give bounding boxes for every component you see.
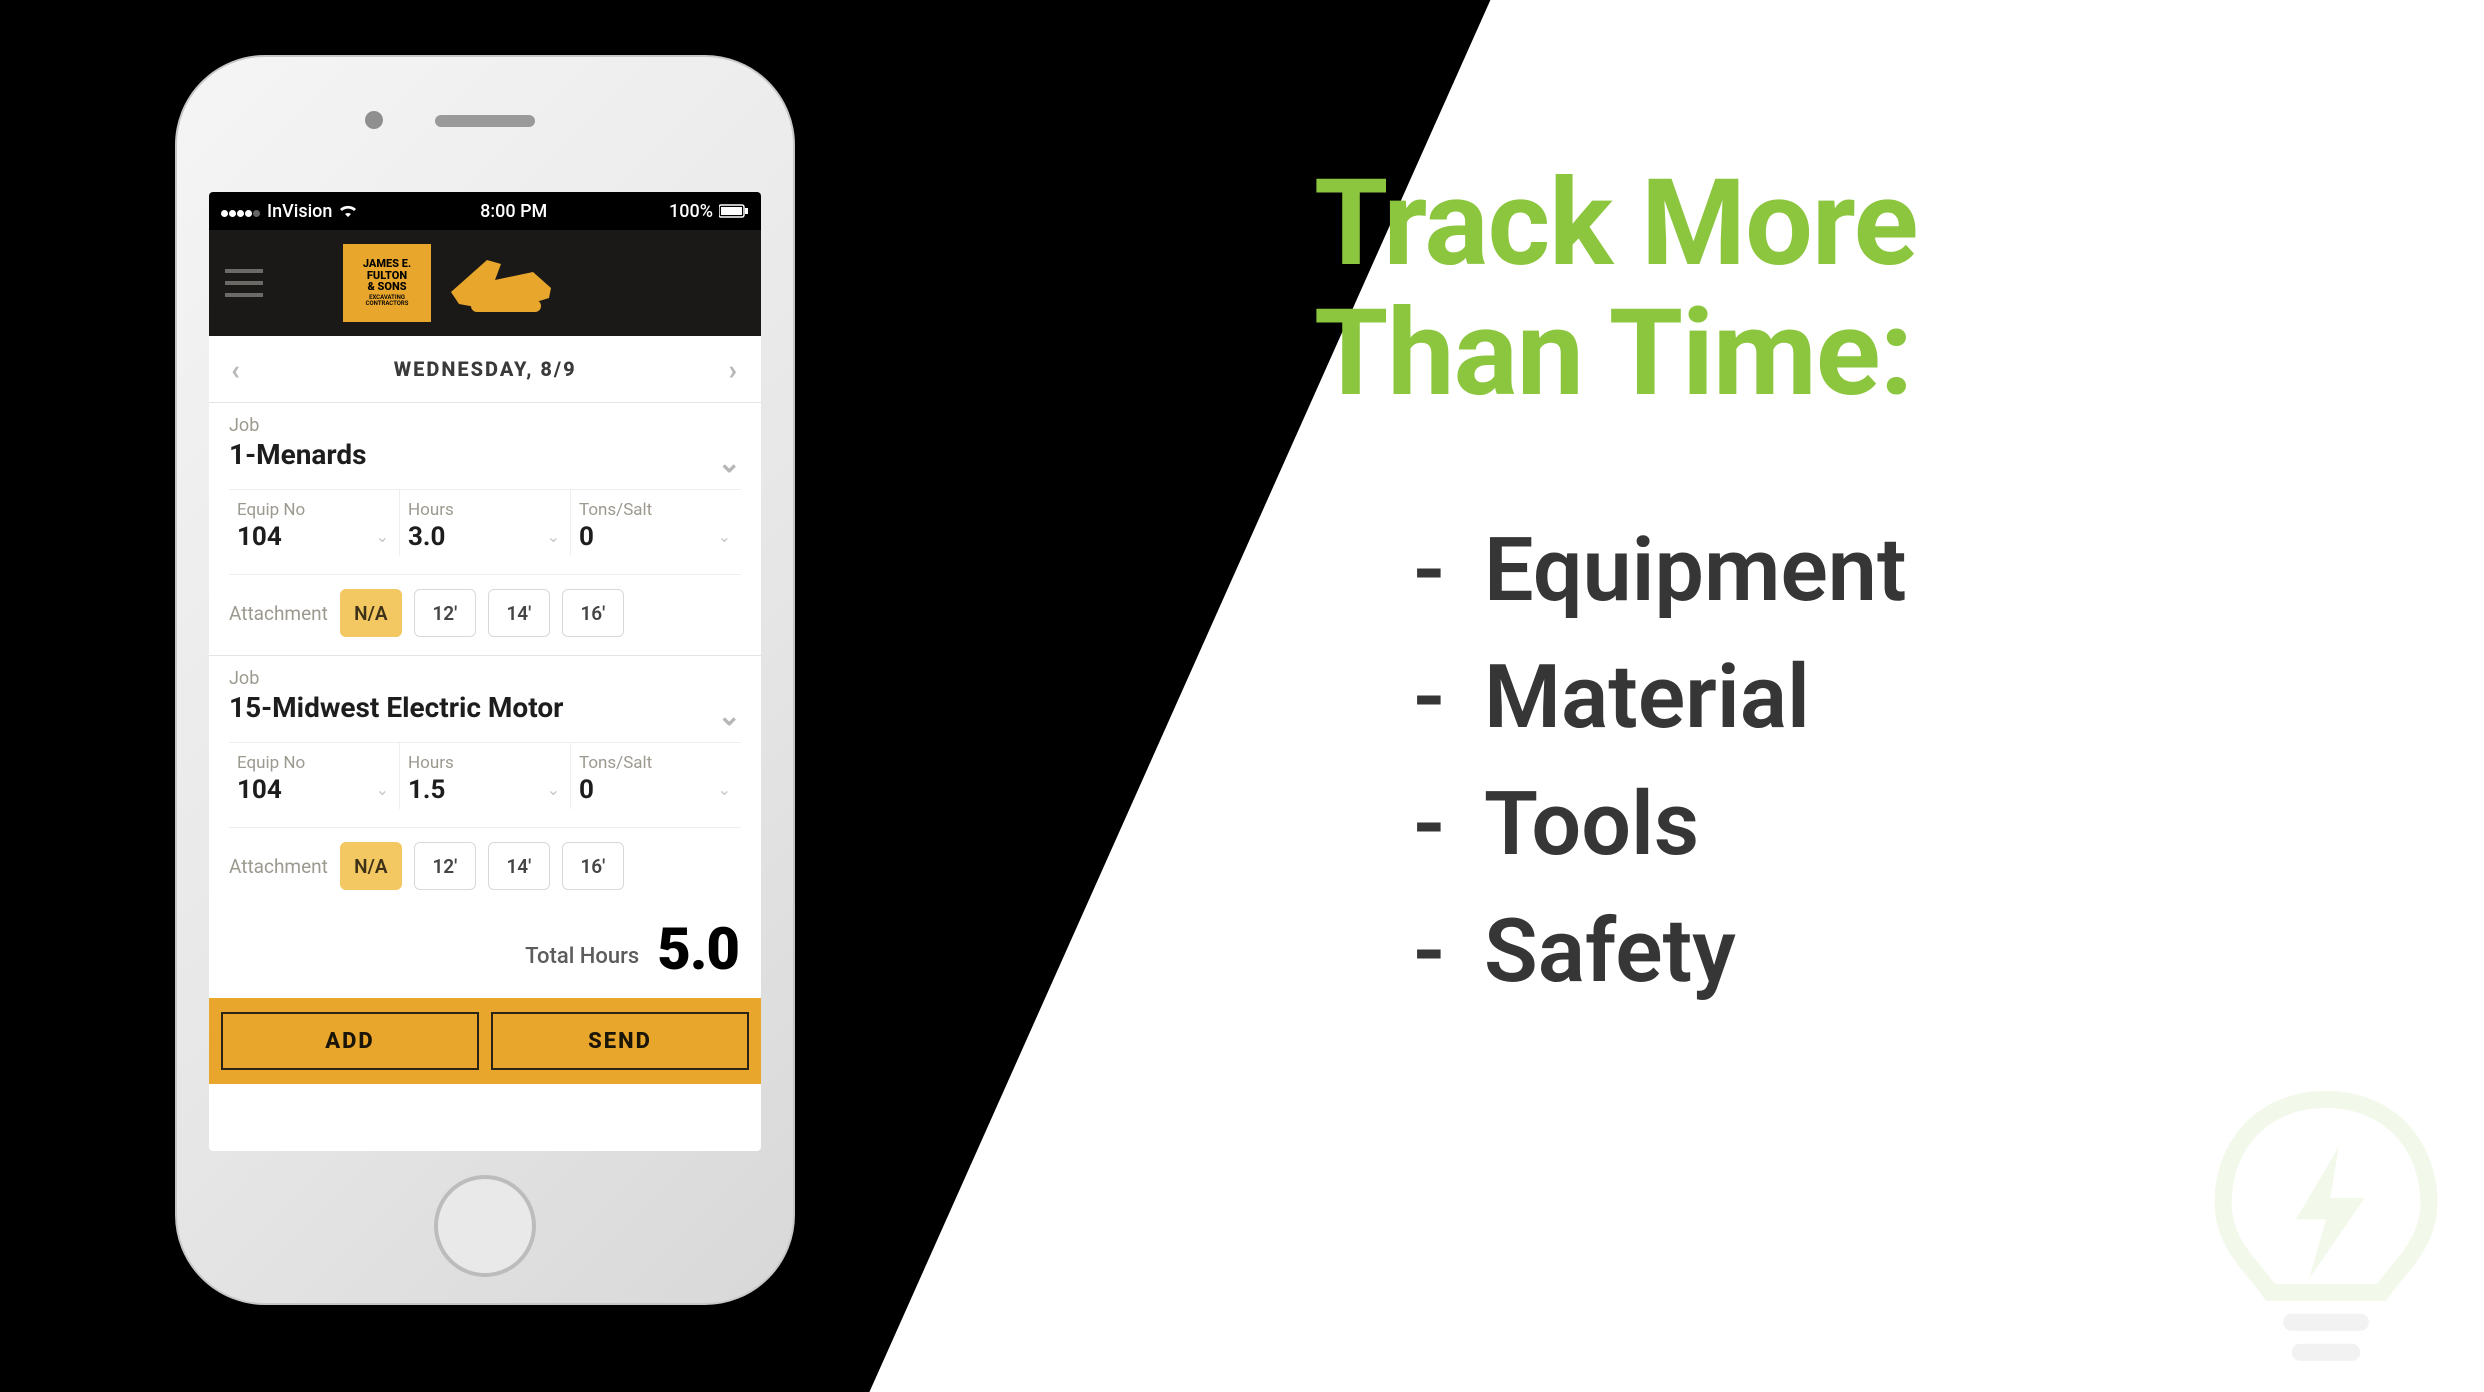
front-camera bbox=[365, 111, 383, 129]
chevron-down-icon: ⌄ bbox=[376, 780, 389, 799]
chevron-down-icon: ⌄ bbox=[718, 780, 731, 799]
hours-value: 1.5 bbox=[408, 775, 562, 805]
attachment-option-16[interactable]: 16' bbox=[562, 842, 624, 890]
lightbulb-bolt-icon bbox=[2196, 1078, 2456, 1378]
equip-value: 104 bbox=[237, 775, 391, 805]
attachment-option-na[interactable]: N/A bbox=[340, 842, 402, 890]
tons-value: 0 bbox=[579, 775, 733, 805]
attachment-row: Attachment N/A 12' 14' 16' bbox=[229, 827, 741, 898]
excavator-icon bbox=[441, 248, 561, 318]
hours-field[interactable]: Hours 3.0 ⌄ bbox=[400, 490, 571, 556]
attachment-option-na[interactable]: N/A bbox=[340, 589, 402, 637]
bullet-text: Equipment bbox=[1484, 519, 1907, 622]
hours-label: Hours bbox=[408, 753, 562, 773]
total-hours-row: Total Hours 5.0 bbox=[209, 908, 761, 998]
chevron-down-icon: ⌄ bbox=[547, 780, 560, 799]
tons-field[interactable]: Tons/Salt 0 ⌄ bbox=[571, 490, 741, 556]
brand-logo: JAMES E. FULTON & SONS EXCAVATING CONTRA… bbox=[343, 244, 561, 322]
hours-label: Hours bbox=[408, 500, 562, 520]
slide-heading: Track More Than Time: bbox=[1314, 160, 2364, 419]
bullet-text: Safety bbox=[1484, 900, 1736, 1003]
chevron-down-icon: ⌄ bbox=[718, 699, 741, 732]
carrier-name: InVision bbox=[267, 201, 332, 222]
job-label: Job bbox=[229, 668, 741, 689]
job-label: Job bbox=[229, 415, 741, 436]
attachment-option-14[interactable]: 14' bbox=[488, 842, 550, 890]
equip-label: Equip No bbox=[237, 500, 391, 520]
job-name-value: 15-Midwest Electric Motor bbox=[229, 691, 563, 724]
bullet-dash: - bbox=[1374, 519, 1484, 622]
field-row: Equip No 104 ⌄ Hours 3.0 ⌄ Tons/Salt 0 ⌄ bbox=[229, 489, 741, 556]
chevron-down-icon: ⌄ bbox=[376, 527, 389, 546]
equip-field[interactable]: Equip No 104 ⌄ bbox=[229, 490, 400, 556]
equip-label: Equip No bbox=[237, 753, 391, 773]
signal-dots-icon bbox=[221, 201, 261, 222]
job-select[interactable]: 15-Midwest Electric Motor ⌄ bbox=[229, 691, 741, 724]
total-hours-label: Total Hours bbox=[525, 944, 639, 969]
phone-speaker bbox=[435, 115, 535, 127]
field-row: Equip No 104 ⌄ Hours 1.5 ⌄ Tons/Salt 0 ⌄ bbox=[229, 742, 741, 809]
tons-label: Tons/Salt bbox=[579, 753, 733, 773]
slide-text-column: Track More Than Time: -Equipment -Materi… bbox=[1314, 160, 2364, 1027]
chevron-down-icon: ⌄ bbox=[547, 527, 560, 546]
hours-field[interactable]: Hours 1.5 ⌄ bbox=[400, 743, 571, 809]
hamburger-icon[interactable] bbox=[225, 269, 263, 297]
attachment-option-12[interactable]: 12' bbox=[414, 589, 476, 637]
add-button[interactable]: ADD bbox=[221, 1012, 479, 1070]
brand-line: CONTRACTORS bbox=[366, 301, 409, 307]
phone-screen: InVision 8:00 PM 100% bbox=[209, 192, 761, 1151]
phone-mockup: InVision 8:00 PM 100% bbox=[175, 55, 795, 1335]
bullet-material: -Material bbox=[1374, 646, 2364, 749]
heading-line-1: Track More bbox=[1314, 154, 1917, 294]
job-card: Job 15-Midwest Electric Motor ⌄ Equip No… bbox=[209, 655, 761, 908]
tons-value: 0 bbox=[579, 522, 733, 552]
chevron-down-icon: ⌄ bbox=[718, 446, 741, 479]
bullet-text: Tools bbox=[1484, 773, 1699, 876]
chevron-left-icon[interactable]: ‹ bbox=[231, 353, 242, 386]
status-time: 8:00 PM bbox=[480, 201, 547, 222]
attachment-option-12[interactable]: 12' bbox=[414, 842, 476, 890]
status-right: 100% bbox=[669, 201, 749, 222]
attachment-label: Attachment bbox=[229, 855, 328, 878]
bottom-action-bar: ADD SEND bbox=[209, 998, 761, 1084]
chevron-down-icon: ⌄ bbox=[718, 527, 731, 546]
job-name-value: 1-Menards bbox=[229, 438, 367, 471]
bullet-dash: - bbox=[1374, 900, 1484, 1003]
brand-line: & SONS bbox=[367, 281, 406, 293]
equip-field[interactable]: Equip No 104 ⌄ bbox=[229, 743, 400, 809]
bullet-dash: - bbox=[1374, 646, 1484, 749]
attachment-option-14[interactable]: 14' bbox=[488, 589, 550, 637]
bullet-tools: -Tools bbox=[1374, 773, 2364, 876]
bullet-dash: - bbox=[1374, 773, 1484, 876]
bullet-safety: -Safety bbox=[1374, 900, 2364, 1003]
app-header: JAMES E. FULTON & SONS EXCAVATING CONTRA… bbox=[209, 230, 761, 336]
tons-label: Tons/Salt bbox=[579, 500, 733, 520]
heading-line-2: Than Time: bbox=[1314, 284, 1912, 424]
phone-body: InVision 8:00 PM 100% bbox=[175, 55, 795, 1305]
send-button[interactable]: SEND bbox=[491, 1012, 749, 1070]
bullet-list: -Equipment -Material -Tools -Safety bbox=[1374, 519, 2364, 1003]
job-card: Job 1-Menards ⌄ Equip No 104 ⌄ Hours 3.0… bbox=[209, 402, 761, 655]
bullet-equipment: -Equipment bbox=[1374, 519, 2364, 622]
tons-field[interactable]: Tons/Salt 0 ⌄ bbox=[571, 743, 741, 809]
total-hours-value: 5.0 bbox=[657, 916, 739, 984]
attachment-option-16[interactable]: 16' bbox=[562, 589, 624, 637]
equip-value: 104 bbox=[237, 522, 391, 552]
battery-icon bbox=[719, 204, 749, 218]
status-left: InVision bbox=[221, 201, 358, 222]
date-label: WEDNESDAY, 8/9 bbox=[394, 357, 577, 381]
home-button[interactable] bbox=[434, 1175, 536, 1277]
bullet-text: Material bbox=[1484, 646, 1810, 749]
battery-percent: 100% bbox=[669, 201, 713, 222]
attachment-row: Attachment N/A 12' 14' 16' bbox=[229, 574, 741, 645]
wifi-icon bbox=[338, 204, 358, 218]
job-select[interactable]: 1-Menards ⌄ bbox=[229, 438, 741, 471]
hours-value: 3.0 bbox=[408, 522, 562, 552]
date-navigator: ‹ WEDNESDAY, 8/9 › bbox=[209, 336, 761, 402]
status-bar: InVision 8:00 PM 100% bbox=[209, 192, 761, 230]
chevron-right-icon[interactable]: › bbox=[729, 353, 739, 386]
brand-text-badge: JAMES E. FULTON & SONS EXCAVATING CONTRA… bbox=[343, 244, 431, 322]
attachment-label: Attachment bbox=[229, 602, 328, 625]
